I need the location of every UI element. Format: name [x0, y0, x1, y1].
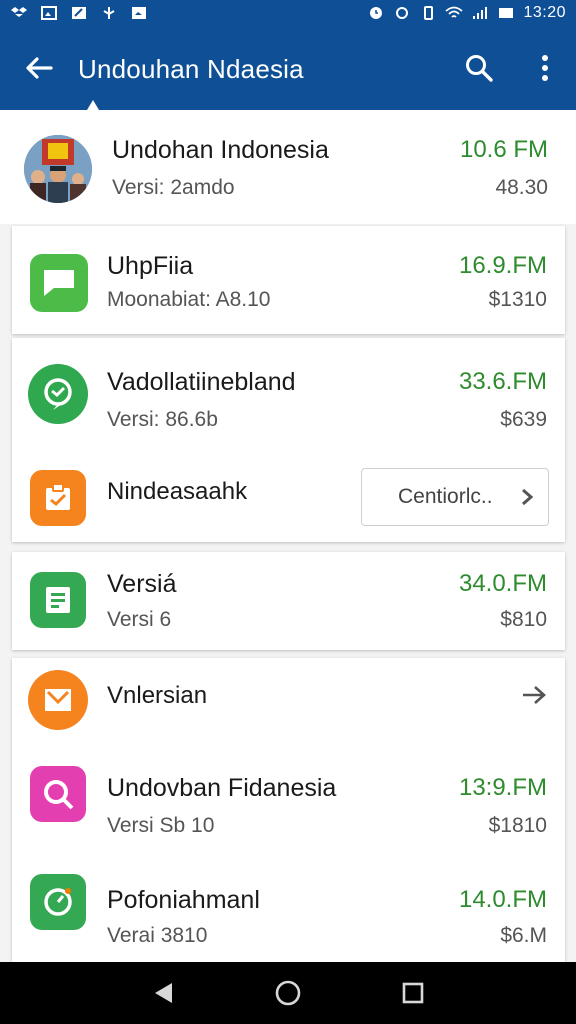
- square-recents-icon: [403, 982, 424, 1004]
- featured-avatar: [24, 135, 92, 203]
- app-icon-search: [30, 766, 86, 822]
- people-photo-icon: [24, 135, 92, 203]
- battery-icon: [499, 8, 514, 18]
- receipt-icon: [46, 587, 70, 613]
- app-card: Versiá Versi 6 34.0.FM $810: [12, 552, 565, 650]
- usb-icon: [103, 7, 115, 19]
- sync-icon: [396, 7, 409, 19]
- app-icon-flag: [30, 254, 88, 312]
- gallery-icon: [41, 6, 57, 20]
- back-arrow-icon: [26, 57, 53, 79]
- app-name: Pofoniahmanl: [107, 886, 260, 914]
- app-size: 34.0.FM: [458, 570, 547, 597]
- list-item[interactable]: Vadollatiinebland Versi: 86.6b 33.6.FM $…: [12, 338, 565, 444]
- app-price: $639: [500, 408, 547, 431]
- dropbox-icon: [11, 7, 27, 17]
- app-size: 16.9.FM: [458, 252, 547, 279]
- back-button[interactable]: [0, 26, 78, 110]
- app-price: $1810: [488, 814, 547, 837]
- alarm-icon: [370, 7, 383, 19]
- status-icons-left: [10, 6, 148, 20]
- search-icon: [466, 55, 493, 82]
- signal-icon: [473, 7, 488, 19]
- page-title: Undouhan Ndaesia: [78, 53, 304, 84]
- chat-bubble-icon: [44, 378, 72, 410]
- image-icon: [132, 7, 146, 19]
- app-price: $810: [500, 608, 547, 631]
- app-price: $1310: [488, 288, 547, 311]
- app-icon-timer: [30, 874, 86, 930]
- app-card: Vadollatiinebland Versi: 86.6b 33.6.FM $…: [12, 338, 565, 542]
- status-bar: 13:20: [0, 0, 576, 26]
- app-icon-receipt: [30, 572, 86, 628]
- app-size: 13:9.FM: [458, 774, 547, 801]
- status-icons-right: 13:20: [367, 4, 566, 22]
- app-name: Nindeasaahk: [107, 478, 248, 505]
- app-card: UhpFiia Moonabiat: A8.10 16.9.FM $1310: [12, 226, 565, 334]
- featured-price: 48.30: [495, 176, 548, 199]
- search-button[interactable]: [444, 26, 514, 110]
- app-subtitle: Moonabiat: A8.10: [107, 288, 271, 311]
- tab-indicator: [87, 100, 99, 110]
- flag-icon: [44, 270, 74, 296]
- app-card: Vnlersian Undovban Fidanesia Versi Sb 10…: [12, 658, 565, 962]
- arrow-right-icon[interactable]: [521, 684, 547, 706]
- app-subtitle: Versi Sb 10: [107, 814, 215, 837]
- list-item[interactable]: UhpFiia Moonabiat: A8.10 16.9.FM $1310: [12, 226, 565, 334]
- list-item[interactable]: Nindeasaahk Centiorlc..: [12, 444, 565, 542]
- app-name: Vnlersian: [107, 682, 208, 709]
- nav-home-button[interactable]: [268, 973, 308, 1013]
- app-name: UhpFiia: [107, 252, 194, 280]
- open-button-label: Centiorlc..: [398, 485, 493, 508]
- triangle-back-icon: [154, 983, 172, 1003]
- mail-icon: [45, 689, 71, 711]
- app-subtitle: Versi 6: [107, 608, 172, 631]
- app-name: Vadollatiinebland: [107, 368, 296, 396]
- featured-item[interactable]: Undohan Indonesia Versi: 2amdo 10.6 FM 4…: [0, 110, 576, 224]
- nav-back-button[interactable]: [143, 973, 183, 1013]
- app-subtitle: Verai 3810: [107, 924, 208, 947]
- app-price: $6.M: [500, 924, 547, 947]
- app-size: 14.0.FM: [458, 886, 547, 913]
- timer-icon: [44, 888, 72, 916]
- app-icon-chat: [28, 364, 88, 424]
- chevron-right-icon: [522, 488, 534, 506]
- app-subtitle: Versi: 86.6b: [107, 408, 218, 431]
- more-vert-icon: [542, 55, 548, 81]
- app-icon-mail: [28, 670, 88, 730]
- open-button[interactable]: Centiorlc..: [361, 468, 549, 526]
- clipboard-check-icon: [46, 483, 70, 510]
- list-item[interactable]: Pofoniahmanl Verai 3810 14.0.FM $6.M: [12, 850, 565, 962]
- app-name: Versiá: [107, 570, 177, 598]
- magnifier-icon: [44, 780, 74, 810]
- system-nav-bar: [0, 962, 576, 1024]
- nav-recents-button[interactable]: [393, 973, 433, 1013]
- featured-version: Versi: 2amdo: [112, 176, 235, 199]
- list-item[interactable]: Versiá Versi 6 34.0.FM $810: [12, 552, 565, 650]
- app-bar: Undouhan Ndaesia: [0, 26, 576, 110]
- list-item[interactable]: Vnlersian: [12, 658, 565, 734]
- list-item[interactable]: Undovban Fidanesia Versi Sb 10 13:9.FM $…: [12, 734, 565, 850]
- featured-size: 10.6 FM: [459, 136, 548, 163]
- featured-name: Undohan Indonesia: [112, 136, 329, 164]
- wifi-icon: [445, 6, 464, 18]
- circle-home-icon: [275, 980, 301, 1006]
- status-time: 13:20: [523, 4, 566, 21]
- vibrate-icon: [424, 6, 434, 20]
- app-icon-clipboard: [30, 470, 86, 526]
- overflow-menu-button[interactable]: [514, 26, 576, 110]
- app-size: 33.6.FM: [458, 368, 547, 395]
- content-area: Undohan Indonesia Versi: 2amdo 10.6 FM 4…: [0, 110, 576, 962]
- edit-icon: [72, 7, 86, 19]
- app-name: Undovban Fidanesia: [107, 774, 337, 802]
